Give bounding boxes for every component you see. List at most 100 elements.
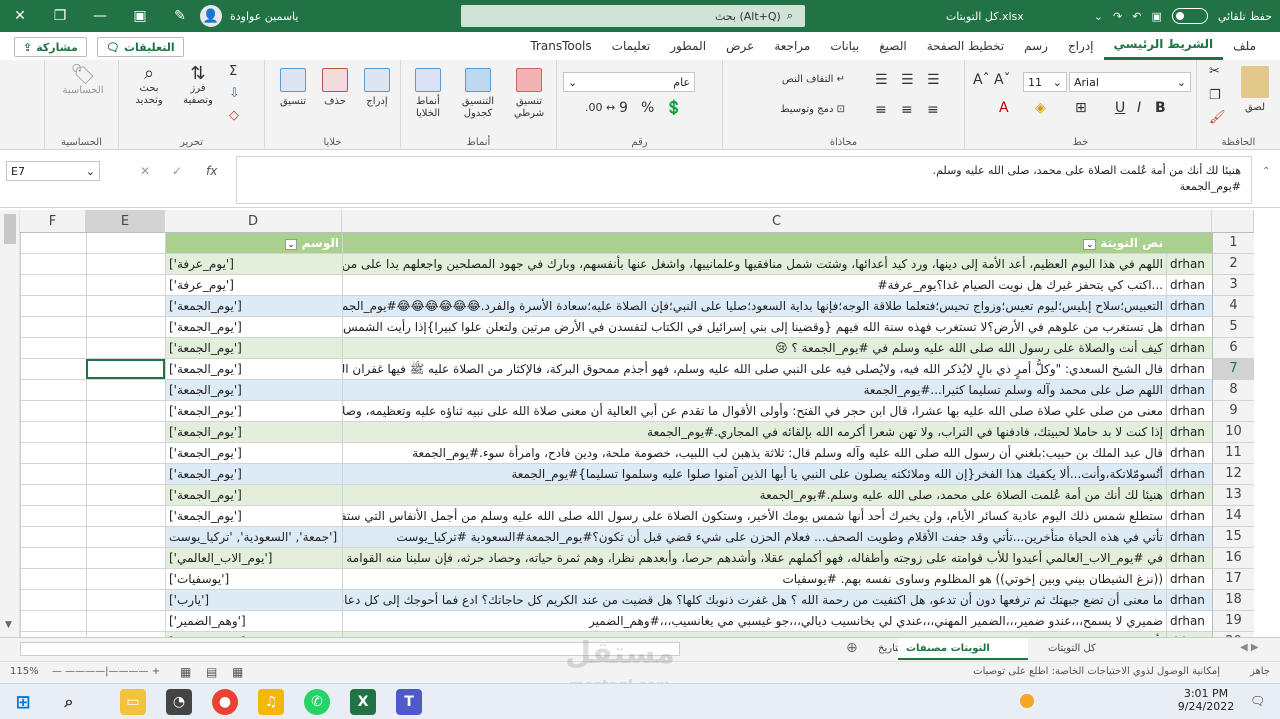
- cell-tweet-text[interactable]: ...اكتب كي يتحفز غيرك هل نويت الصيام غدا…: [342, 275, 1166, 295]
- cell-tweet-text[interactable]: أتُسومّلاتكة،وأنت...ألا يكفيك هذا الفخر{…: [342, 464, 1166, 484]
- sheet-tab-by-hashtag[interactable]: التويتات مصنفات حسب الهاشتقات: [898, 638, 1028, 676]
- insert-cells-button[interactable]: إدراج: [357, 68, 397, 108]
- cell-E1[interactable]: [86, 233, 165, 253]
- cell-F[interactable]: [20, 590, 86, 610]
- cell-E[interactable]: [86, 296, 165, 316]
- cell-tweet-text[interactable]: هل تستغرب من علوهم في الأرض؟لا تستغرب فه…: [342, 317, 1166, 337]
- file-explorer-icon[interactable]: ▭: [120, 689, 146, 715]
- cell-tag[interactable]: ['يوم_الجمعة']: [165, 443, 342, 463]
- cell-F[interactable]: [20, 380, 86, 400]
- cell-author[interactable]: drhan: [1166, 317, 1212, 337]
- row-header[interactable]: 9: [1212, 401, 1254, 422]
- sheet-tab-all[interactable]: كل التويتات: [1040, 638, 1104, 660]
- restore-window-button[interactable]: ❐: [40, 0, 80, 32]
- cell-tweet-text[interactable]: اللهم صل على محمد وآله وسلم تسليما كثيرا…: [342, 380, 1166, 400]
- font-name-select[interactable]: Arial ⌄: [1069, 72, 1191, 92]
- merge-center-button[interactable]: ⊡ دمج وتوسيط: [735, 104, 845, 116]
- cell-author[interactable]: drhan: [1166, 443, 1212, 463]
- cell-F[interactable]: [20, 254, 86, 274]
- app-icon[interactable]: ◔: [166, 689, 192, 715]
- accessibility-status[interactable]: إمكانية الوصول لذوي الاحتياجات الخاصة: ا…: [973, 666, 1220, 677]
- tab-review[interactable]: مراجعة: [764, 32, 820, 60]
- row-header[interactable]: 10: [1212, 422, 1254, 443]
- cell-styles-button[interactable]: أنماط الخلايا: [405, 68, 451, 120]
- row-header[interactable]: 6: [1212, 338, 1254, 359]
- redo-icon[interactable]: ↷: [1113, 10, 1122, 23]
- cell-tweet-text[interactable]: تأتي في هذه الحياة متأخرين...تأتي وقد جف…: [342, 527, 1166, 547]
- row-header[interactable]: 18: [1212, 590, 1254, 611]
- cell-F[interactable]: [20, 296, 86, 316]
- percent-icon[interactable]: %: [641, 101, 654, 115]
- scrollbar-thumb[interactable]: [4, 214, 16, 244]
- cell-F[interactable]: [20, 443, 86, 463]
- align-bottom-icon[interactable]: ☰: [875, 73, 888, 87]
- tab-formulas[interactable]: الصيغ: [869, 32, 916, 60]
- tab-home[interactable]: الشريط الرئيسي: [1103, 32, 1224, 60]
- pen-icon[interactable]: ✎: [160, 0, 200, 32]
- cell-tweet-text[interactable]: في #يوم_الاب_العالمي أعيدوا للأب قوامته …: [342, 548, 1166, 568]
- cell-F[interactable]: [20, 401, 86, 421]
- tab-data[interactable]: بيانات: [820, 32, 869, 60]
- fill-icon[interactable]: ⇩: [229, 87, 240, 100]
- delete-cells-button[interactable]: حذف: [315, 68, 355, 108]
- row-header[interactable]: 2: [1212, 254, 1254, 275]
- format-cells-button[interactable]: تنسيق: [273, 68, 313, 108]
- row-header[interactable]: 13: [1212, 485, 1254, 506]
- column-header-e[interactable]: E: [86, 210, 165, 233]
- decimal-icon[interactable]: .00 ↔: [585, 102, 615, 114]
- name-box[interactable]: E7 ⌄: [6, 161, 100, 181]
- save-icon[interactable]: ▣: [1151, 10, 1161, 23]
- cell-F[interactable]: [20, 422, 86, 442]
- cell-tweet-text[interactable]: هنيئا لك أنك من أمة عُلمت الصلاة على محم…: [342, 485, 1166, 505]
- tab-insert[interactable]: إدراج: [1058, 32, 1104, 60]
- cell-tweet-text[interactable]: ((نزغ الشيطان بيني وبين إخوتي)) هو المظل…: [342, 569, 1166, 589]
- enter-icon[interactable]: ✓: [172, 164, 182, 178]
- font-size-select[interactable]: 11 ⌄: [1023, 72, 1067, 92]
- search-box[interactable]: بحث (Alt+Q) ⌕: [461, 5, 805, 27]
- cell-F[interactable]: [20, 611, 86, 631]
- cell-E[interactable]: [86, 338, 165, 358]
- tab-developer[interactable]: المطور: [660, 32, 716, 60]
- cell-author[interactable]: drhan: [1166, 590, 1212, 610]
- comma-icon[interactable]: 9: [619, 101, 628, 115]
- cell-author[interactable]: drhan: [1166, 548, 1212, 568]
- align-middle-icon[interactable]: ☰: [901, 73, 914, 87]
- paste-button[interactable]: لصق: [1235, 66, 1275, 114]
- cell-author[interactable]: drhan: [1166, 464, 1212, 484]
- cell-author[interactable]: drhan: [1166, 506, 1212, 526]
- row-header[interactable]: 7: [1212, 359, 1254, 380]
- function-icon[interactable]: fx: [206, 164, 217, 178]
- wrap-text-button[interactable]: ↵ التفاف النص: [735, 74, 845, 86]
- page-break-view-icon[interactable]: ▦: [180, 665, 191, 679]
- column-header-d[interactable]: D: [165, 210, 342, 233]
- cell-tag[interactable]: ['يوم_الجمعة']: [165, 338, 342, 358]
- close-window-button[interactable]: ✕: [0, 0, 40, 32]
- align-right-icon[interactable]: ≡: [927, 103, 939, 117]
- conditional-formatting-button[interactable]: تنسيق شرطي: [505, 68, 553, 120]
- add-sheet-icon[interactable]: ⊕: [846, 640, 858, 656]
- normal-view-icon[interactable]: ▦: [232, 665, 243, 679]
- cell-F[interactable]: [20, 506, 86, 526]
- format-painter-icon[interactable]: 🖌: [1209, 111, 1226, 124]
- row-header[interactable]: 14: [1212, 506, 1254, 527]
- tab-page-layout[interactable]: تخطيط الصفحة: [917, 32, 1014, 60]
- row-header[interactable]: 8: [1212, 380, 1254, 401]
- italic-icon[interactable]: I: [1137, 101, 1141, 115]
- cell-tag[interactable]: ['يوم_عرفة']: [165, 275, 342, 295]
- cell-tweet-text[interactable]: قال عبد الملك بن حبيب:بلغني أن رسول الله…: [342, 443, 1166, 463]
- expand-formula-icon[interactable]: ⌃: [1262, 166, 1270, 177]
- cell-tweet-text[interactable]: إذا كنت لا بد حاملا لحبيتك، فادفنها في ا…: [342, 422, 1166, 442]
- cell-tag[interactable]: ['يوم_الجمعة']: [165, 401, 342, 421]
- selected-cell-E7[interactable]: [86, 359, 165, 379]
- cell-author[interactable]: drhan: [1166, 254, 1212, 274]
- user-name[interactable]: ياسمين عواودة: [230, 10, 298, 23]
- cell-E[interactable]: [86, 401, 165, 421]
- row-header[interactable]: 16: [1212, 548, 1254, 569]
- cell-author[interactable]: drhan: [1166, 296, 1212, 316]
- tab-help[interactable]: تعليمات: [602, 32, 661, 60]
- row-header[interactable]: 19: [1212, 611, 1254, 632]
- cell-E[interactable]: [86, 317, 165, 337]
- cell-tag[interactable]: ['يوم_عرفة']: [165, 254, 342, 274]
- cell-author[interactable]: drhan: [1166, 380, 1212, 400]
- cell-tag[interactable]: ['يوم_الجمعة']: [165, 359, 342, 379]
